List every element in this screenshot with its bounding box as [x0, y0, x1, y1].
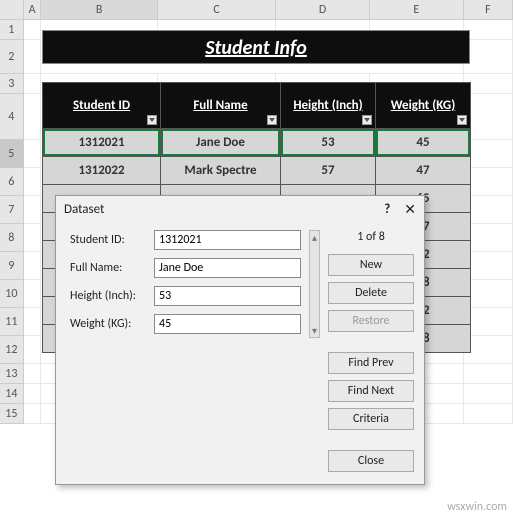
find-next-button[interactable]: Find Next — [328, 380, 414, 402]
row-12[interactable]: 12 — [0, 336, 24, 364]
col-D[interactable]: D — [276, 0, 370, 19]
col-B[interactable]: B — [41, 0, 157, 19]
criteria-button[interactable]: Criteria — [328, 408, 414, 430]
input-weight[interactable] — [154, 314, 301, 334]
label-full-name: Full Name: — [70, 261, 148, 275]
row-15[interactable]: 15 — [0, 404, 24, 424]
column-headers: A B C D E F — [0, 0, 513, 20]
row-2[interactable]: 2 — [0, 40, 24, 74]
row-7[interactable]: 7 — [0, 196, 24, 224]
table-row[interactable]: 1312022Mark Spectre5747 — [43, 157, 471, 185]
filter-icon[interactable] — [267, 115, 277, 125]
input-full-name[interactable] — [154, 258, 301, 278]
row-4[interactable]: 4 — [0, 94, 24, 140]
filter-icon[interactable] — [147, 115, 157, 125]
th-weight[interactable]: Weight (KG) — [376, 83, 471, 129]
col-F[interactable]: F — [464, 0, 513, 19]
find-prev-button[interactable]: Find Prev — [328, 352, 414, 374]
table-row[interactable]: 1312021Jane Doe5345 — [43, 129, 471, 157]
restore-button: Restore — [328, 310, 414, 332]
filter-icon[interactable] — [457, 115, 467, 125]
row-5[interactable]: 5 — [0, 140, 24, 168]
row-8[interactable]: 8 — [0, 224, 24, 252]
input-student-id[interactable] — [154, 230, 301, 250]
close-button[interactable]: Close — [328, 450, 414, 472]
row-6[interactable]: 6 — [0, 168, 24, 196]
row-14[interactable]: 14 — [0, 384, 24, 404]
filter-icon[interactable] — [362, 115, 372, 125]
label-student-id: Student ID: — [70, 233, 148, 247]
input-height[interactable] — [154, 286, 301, 306]
delete-button[interactable]: Delete — [328, 282, 414, 304]
col-E[interactable]: E — [370, 0, 464, 19]
row-9[interactable]: 9 — [0, 252, 24, 280]
label-height: Height (Inch): — [70, 289, 148, 303]
row-3[interactable]: 3 — [0, 74, 24, 94]
help-icon[interactable]: ? — [384, 196, 390, 224]
row-10[interactable]: 10 — [0, 280, 24, 308]
page-title: Student Info — [42, 30, 470, 64]
label-weight: Weight (KG): — [70, 317, 148, 331]
dialog-title: Dataset — [64, 196, 104, 224]
new-button[interactable]: New — [328, 254, 414, 276]
data-form-dialog: Dataset ? ✕ Student ID: Full Name: Heigh… — [55, 195, 425, 485]
close-icon[interactable]: ✕ — [404, 196, 416, 224]
row-13[interactable]: 13 — [0, 364, 24, 384]
th-student-id[interactable]: Student ID — [43, 83, 161, 129]
row-1[interactable]: 1 — [0, 20, 24, 40]
th-height[interactable]: Height (Inch) — [281, 83, 376, 129]
th-full-name[interactable]: Full Name — [161, 83, 281, 129]
col-C[interactable]: C — [158, 0, 276, 19]
watermark: wsxwin.com — [447, 500, 507, 514]
scrollbar[interactable] — [309, 230, 320, 338]
row-11[interactable]: 11 — [0, 308, 24, 336]
record-counter: 1 of 8 — [328, 230, 414, 244]
col-A[interactable]: A — [24, 0, 42, 19]
